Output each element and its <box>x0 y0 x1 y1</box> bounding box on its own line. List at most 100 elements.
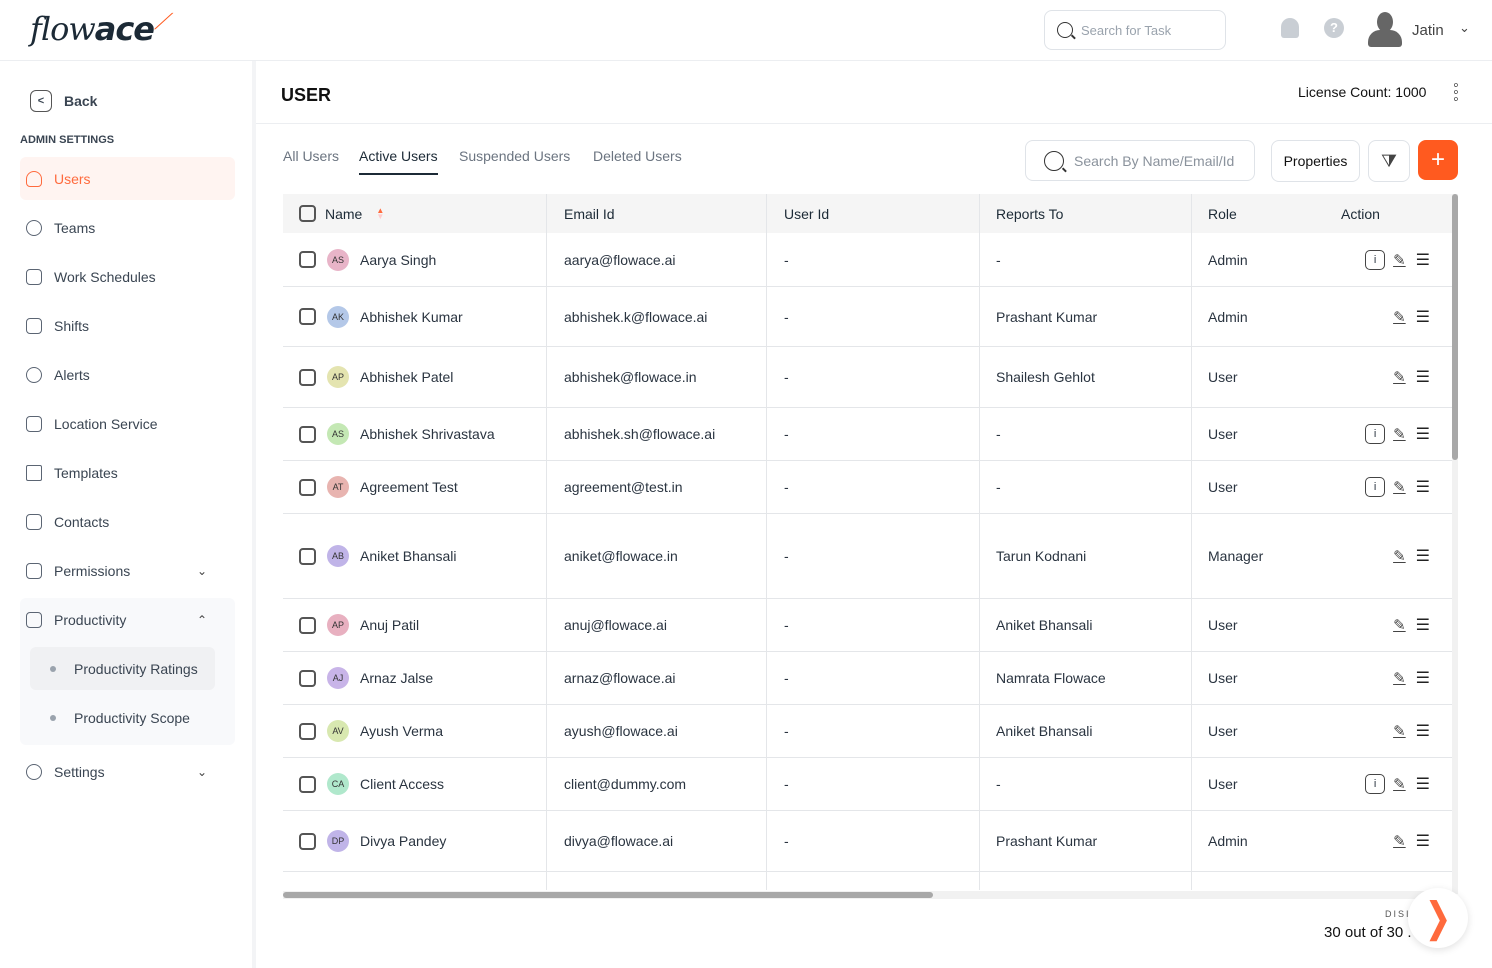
flowace-logo[interactable]: flowace⟋ <box>30 10 169 48</box>
row-checkbox[interactable] <box>299 669 316 687</box>
user-search-input[interactable]: Search By Name/Email/Id <box>1025 140 1255 181</box>
sidebar-item-location-service[interactable]: Location Service <box>20 402 235 445</box>
edit-icon[interactable]: ✎ <box>1393 368 1406 386</box>
menu-icon[interactable]: ☰ <box>1416 774 1430 794</box>
horizontal-scrollbar[interactable] <box>283 891 1452 899</box>
edit-icon[interactable]: ✎ <box>1393 547 1406 565</box>
avatar[interactable] <box>1368 12 1402 48</box>
edit-icon[interactable]: ✎ <box>1393 251 1406 269</box>
sidebar-item-shifts[interactable]: Shifts <box>20 304 235 347</box>
info-icon[interactable]: i <box>1365 249 1386 270</box>
table-row[interactable] <box>283 872 1452 890</box>
edit-icon[interactable]: ✎ <box>1393 478 1406 496</box>
row-checkbox[interactable] <box>299 425 316 443</box>
menu-icon[interactable]: ☰ <box>1416 668 1430 688</box>
row-checkbox[interactable] <box>299 832 316 850</box>
user-name[interactable]: Anuj Patil <box>360 617 419 633</box>
menu-icon[interactable]: ☰ <box>1416 307 1430 327</box>
select-all-checkbox[interactable] <box>299 205 316 222</box>
info-icon[interactable]: i <box>1365 424 1386 444</box>
user-name[interactable]: Abhishek Kumar <box>360 309 463 325</box>
table-row[interactable]: AB Aniket Bhansali aniket@flowace.in - Ta… <box>283 514 1452 599</box>
user-name[interactable]: Arnaz Jalse <box>360 670 433 686</box>
menu-icon[interactable]: ☰ <box>1416 250 1430 270</box>
bell-icon[interactable] <box>1281 18 1299 38</box>
license-count: License Count: 1000 <box>1298 84 1427 100</box>
task-search-input[interactable]: Search for Task <box>1044 10 1226 50</box>
chevron-down-icon[interactable]: ⌄ <box>1459 20 1470 36</box>
row-checkbox[interactable] <box>299 368 316 386</box>
info-icon[interactable]: i <box>1365 774 1386 794</box>
user-name[interactable]: Client Access <box>360 776 444 792</box>
user-email: arnaz@flowace.ai <box>564 670 676 686</box>
user-name[interactable]: Jatin <box>1412 22 1444 39</box>
sidebar-item-templates[interactable]: Templates <box>20 451 235 494</box>
add-user-button[interactable]: + <box>1418 140 1458 180</box>
sidebar-item-work-schedules[interactable]: Work Schedules <box>20 255 235 298</box>
avatar: AP <box>327 366 349 388</box>
edit-icon[interactable]: ✎ <box>1393 669 1406 687</box>
help-icon[interactable]: ? <box>1324 18 1344 38</box>
user-name[interactable]: Aarya Singh <box>360 252 436 268</box>
sidebar-item-productivity-scope[interactable]: Productivity Scope <box>30 696 215 739</box>
table-row[interactable]: AP Anuj Patil anuj@flowace.ai - Aniket Bh… <box>283 599 1452 652</box>
sidebar-item-contacts[interactable]: Contacts <box>20 500 235 543</box>
edit-icon[interactable]: ✎ <box>1393 425 1406 443</box>
user-email: abhishek@flowace.in <box>564 369 697 385</box>
row-checkbox[interactable] <box>299 251 316 268</box>
table-row[interactable]: AS Aarya Singh aarya@flowace.ai - - Admin… <box>283 233 1452 287</box>
table-row[interactable]: DP Divya Pandey divya@flowace.ai - Prasha… <box>283 811 1452 872</box>
sidebar-item-permissions[interactable]: Permissions ⌄ <box>20 549 235 592</box>
table-row[interactable]: AS Abhishek Shrivastava abhishek.sh@flowa… <box>283 408 1452 461</box>
row-checkbox[interactable] <box>299 308 316 325</box>
menu-icon[interactable]: ☰ <box>1416 831 1430 851</box>
row-checkbox[interactable] <box>299 547 316 565</box>
table-row[interactable]: CA Client Access client@dummy.com - - Use… <box>283 758 1452 811</box>
table-row[interactable]: AK Abhishek Kumar abhishek.k@flowace.ai -… <box>283 287 1452 347</box>
edit-icon[interactable]: ✎ <box>1393 832 1406 850</box>
menu-icon[interactable]: ☰ <box>1416 546 1430 566</box>
row-checkbox[interactable] <box>299 722 316 740</box>
user-name[interactable]: Ayush Verma <box>360 723 443 739</box>
more-options-icon[interactable]: ◦ ◦ ◦ <box>1451 78 1461 108</box>
menu-icon[interactable]: ☰ <box>1416 615 1430 635</box>
edit-icon[interactable]: ✎ <box>1393 616 1406 634</box>
properties-button[interactable]: Properties <box>1271 140 1360 182</box>
sidebar-item-productivity-ratings[interactable]: Productivity Ratings <box>30 647 215 690</box>
user-name[interactable]: Abhishek Patel <box>360 369 453 385</box>
vertical-scrollbar[interactable] <box>1452 194 1458 894</box>
sidebar-item-productivity[interactable]: Productivity ⌃ <box>20 598 235 641</box>
row-checkbox[interactable] <box>299 478 316 496</box>
user-email: anuj@flowace.ai <box>564 617 667 633</box>
tab-suspended-users[interactable]: Suspended Users <box>459 148 570 173</box>
edit-icon[interactable]: ✎ <box>1393 308 1406 326</box>
edit-icon[interactable]: ✎ <box>1393 775 1406 793</box>
sidebar-item-users[interactable]: Users <box>20 157 235 200</box>
table-row[interactable]: AJ Arnaz Jalse arnaz@flowace.ai - Namrata… <box>283 652 1452 705</box>
tab-all-users[interactable]: All Users <box>283 148 339 173</box>
user-name[interactable]: Aniket Bhansali <box>360 548 457 564</box>
table-row[interactable]: AT Agreement Test agreement@test.in - - U… <box>283 461 1452 514</box>
menu-icon[interactable]: ☰ <box>1416 367 1430 387</box>
sidebar-item-teams[interactable]: Teams <box>20 206 235 249</box>
user-name[interactable]: Abhishek Shrivastava <box>360 426 495 442</box>
sidebar-item-settings[interactable]: Settings ⌄ <box>20 750 235 793</box>
menu-icon[interactable]: ☰ <box>1416 424 1430 444</box>
user-name[interactable]: Agreement Test <box>360 479 458 495</box>
table-row[interactable]: AP Abhishek Patel abhishek@flowace.in - S… <box>283 347 1452 408</box>
menu-icon[interactable]: ☰ <box>1416 721 1430 741</box>
table-row[interactable]: AV Ayush Verma ayush@flowace.ai - Aniket … <box>283 705 1452 758</box>
row-checkbox[interactable] <box>299 616 316 634</box>
sidebar-item-alerts[interactable]: Alerts <box>20 353 235 396</box>
menu-icon[interactable]: ☰ <box>1416 477 1430 497</box>
filter-button[interactable]: ⧩ <box>1368 140 1410 182</box>
tab-active-users[interactable]: Active Users <box>359 148 438 175</box>
sort-icon[interactable]: ▲ ▼ <box>376 206 384 220</box>
flowace-chat-button[interactable]: ❭ <box>1408 888 1468 948</box>
row-checkbox[interactable] <box>299 775 316 793</box>
info-icon[interactable]: i <box>1365 477 1386 497</box>
back-button[interactable]: < Back <box>30 90 97 112</box>
tab-deleted-users[interactable]: Deleted Users <box>593 148 682 173</box>
edit-icon[interactable]: ✎ <box>1393 722 1406 740</box>
user-name[interactable]: Divya Pandey <box>360 833 446 849</box>
